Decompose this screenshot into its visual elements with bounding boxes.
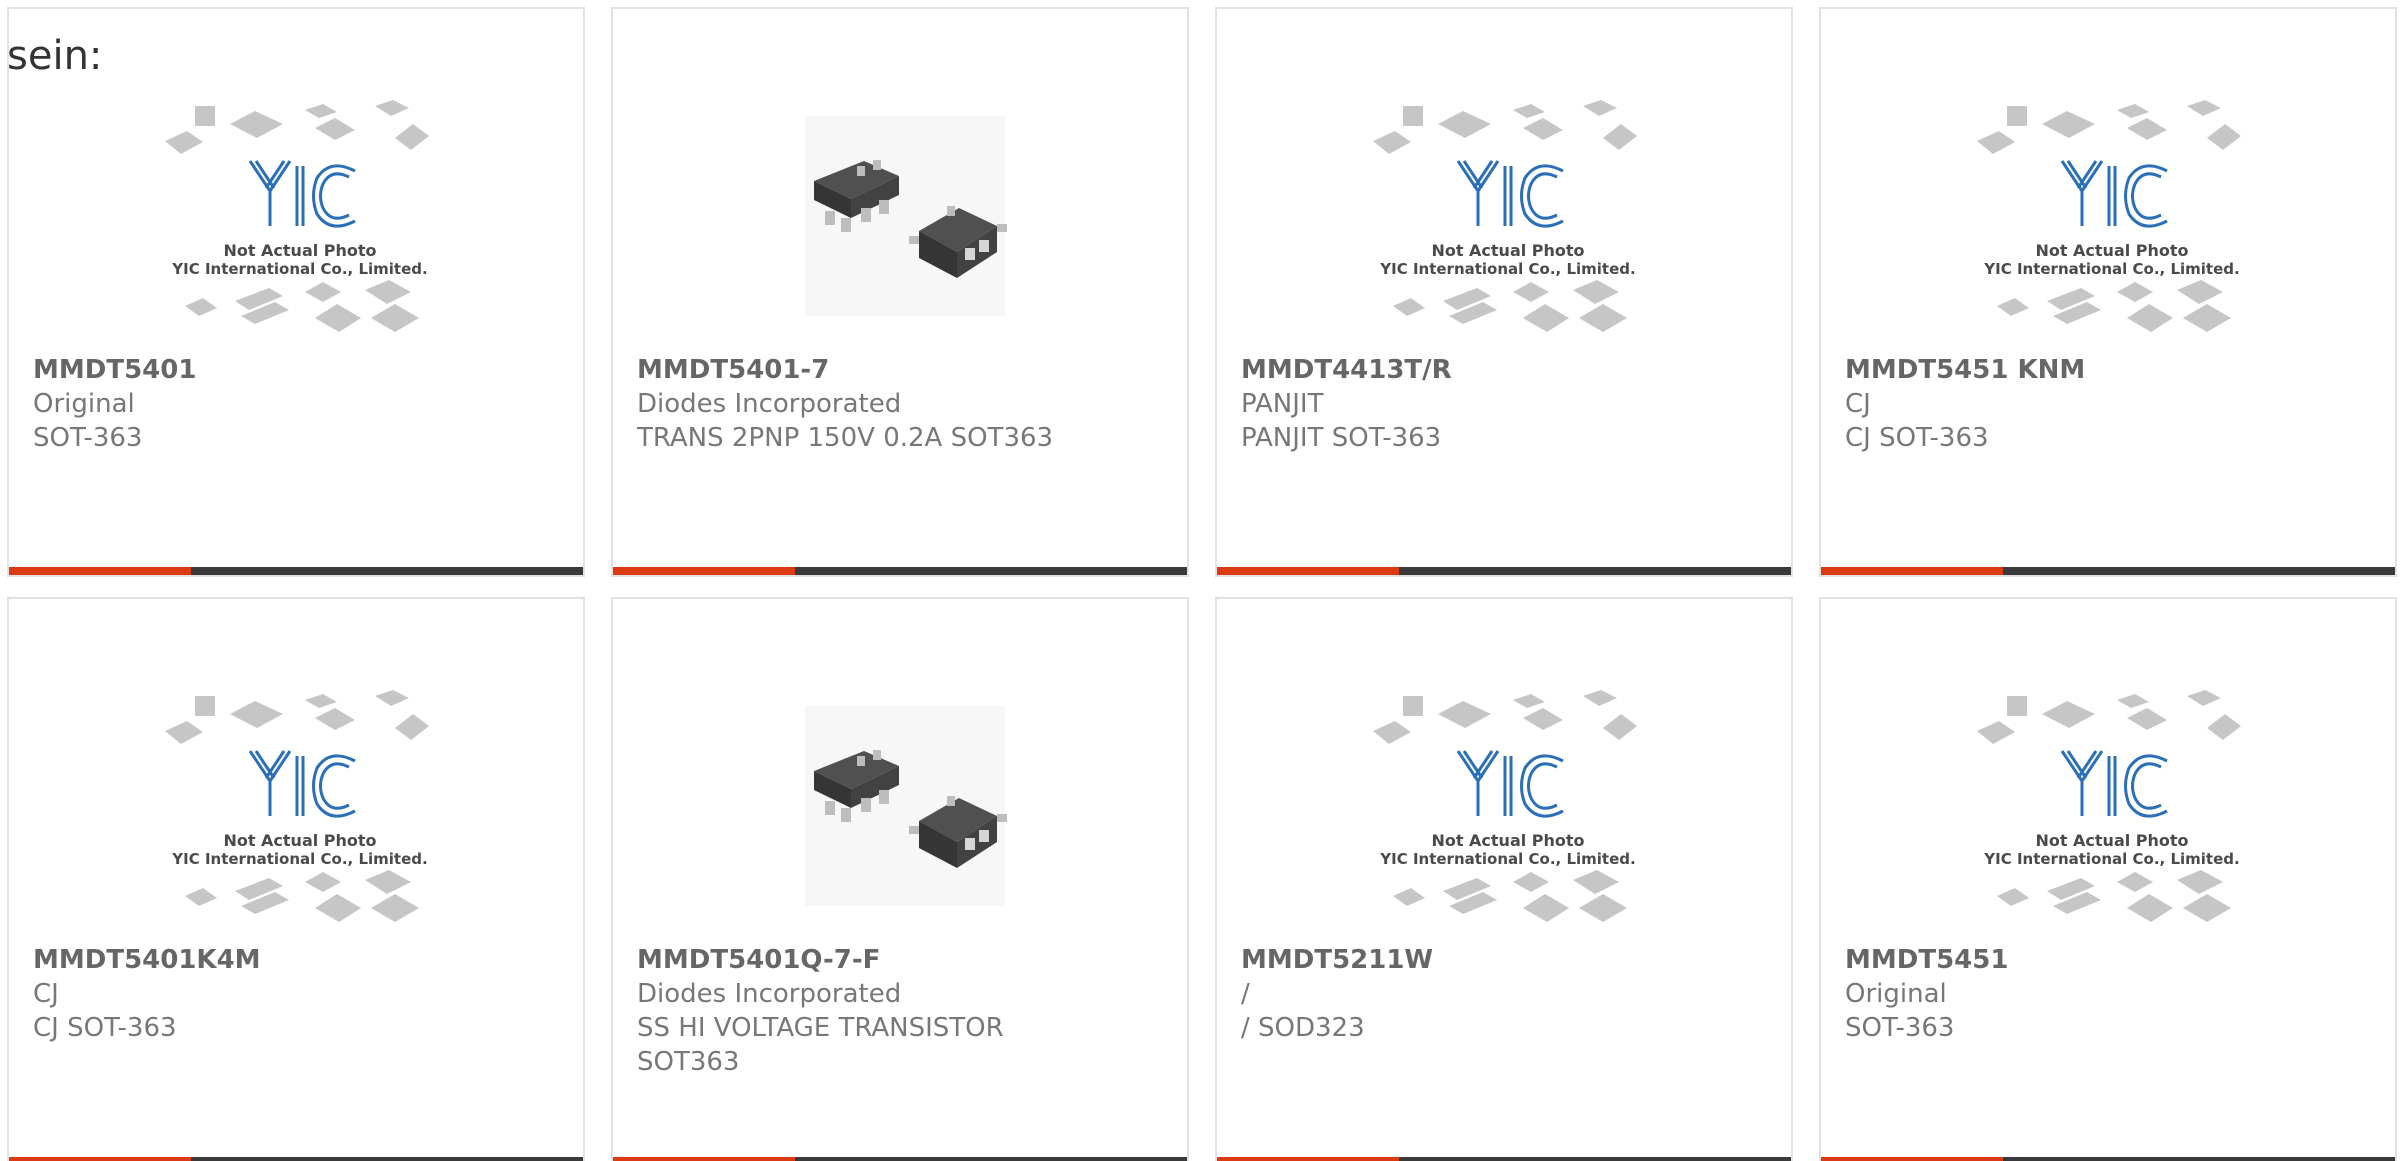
product-card[interactable]: Not Actual Photo YIC International Co., … [1819,7,2397,577]
product-card[interactable]: Not Actual Photo YIC International Co., … [1819,597,2397,1161]
description: / SOD323 [1241,1013,1365,1043]
svg-text:Not Actual Photo: Not Actual Photo [1431,241,1584,260]
svg-text:Not Actual Photo: Not Actual Photo [223,831,376,850]
svg-text:YIC International Co., Limited: YIC International Co., Limited. [1983,260,2239,278]
product-card[interactable]: Not Actual Photo YIC International Co., … [1215,597,1793,1161]
svg-text:YIC International Co., Limited: YIC International Co., Limited. [171,850,427,868]
part-number[interactable]: MMDT5211W [1241,943,1771,977]
manufacturer: Diodes Incorporated [637,389,902,419]
part-number[interactable]: MMDT4413T/R [1241,353,1771,387]
svg-text:YIC International Co., Limited: YIC International Co., Limited. [1983,850,2239,868]
placeholder-image-icon: Not Actual Photo YIC International Co., … [1373,690,1637,922]
product-image[interactable]: Not Actual Photo YIC International Co., … [1977,96,2247,346]
card-footer-bar [613,567,1187,575]
product-image[interactable]: Not Actual Photo YIC International Co., … [165,96,435,346]
product-card[interactable]: MMDT5401Q-7-F Diodes Incorporated SS HI … [611,597,1189,1161]
card-footer-bar [9,1157,583,1161]
product-image[interactable] [769,96,1039,346]
part-number[interactable]: MMDT5401 [33,353,563,387]
product-image[interactable]: Not Actual Photo YIC International Co., … [1373,96,1643,346]
manufacturer: CJ [1845,389,1871,419]
product-card[interactable]: Not Actual Photo YIC International Co., … [1215,7,1793,577]
placeholder-image-icon: Not Actual Photo YIC International Co., … [1977,690,2241,922]
product-image[interactable]: Not Actual Photo YIC International Co., … [165,686,435,936]
product-card[interactable]: Not Actual Photo YIC International Co., … [7,7,585,577]
description: CJ SOT-363 [1845,423,1989,453]
product-grid: Not Actual Photo YIC International Co., … [7,7,2400,1161]
svg-text:Not Actual Photo: Not Actual Photo [2035,241,2188,260]
svg-text:YIC International Co., Limited: YIC International Co., Limited. [171,260,427,278]
card-footer-bar [1217,1157,1791,1161]
manufacturer: / [1241,979,1250,1009]
card-footer-bar [9,567,583,575]
product-image[interactable]: Not Actual Photo YIC International Co., … [1373,686,1643,936]
svg-text:YIC International Co., Limited: YIC International Co., Limited. [1379,850,1635,868]
part-number[interactable]: MMDT5401Q-7-F [637,943,1167,977]
manufacturer: Original [33,389,135,419]
placeholder-image-icon: Not Actual Photo YIC International Co., … [1373,100,1637,332]
part-number[interactable]: MMDT5401-7 [637,353,1167,387]
placeholder-image-icon: Not Actual Photo YIC International Co., … [165,690,429,922]
sot363-package-photo-icon [805,116,1007,316]
card-footer-bar [1217,567,1791,575]
product-image[interactable] [769,686,1039,936]
svg-text:Not Actual Photo: Not Actual Photo [2035,831,2188,850]
description: CJ SOT-363 [33,1013,177,1043]
placeholder-image-icon: Not Actual Photo YIC International Co., … [165,100,429,332]
description: TRANS 2PNP 150V 0.2A SOT363 [637,423,1054,453]
description: SS HI VOLTAGE TRANSISTOR SOT363 [637,1013,1004,1077]
card-footer-bar [1821,1157,2395,1161]
card-footer-bar [1821,567,2395,575]
manufacturer: CJ [33,979,59,1009]
lead-text: sein: [7,33,103,79]
svg-text:Not Actual Photo: Not Actual Photo [223,241,376,260]
card-footer-bar [613,1157,1187,1161]
sot363-package-photo-icon [805,706,1007,906]
product-card[interactable]: Not Actual Photo YIC International Co., … [7,597,585,1161]
svg-text:YIC International Co., Limited: YIC International Co., Limited. [1379,260,1635,278]
part-number[interactable]: MMDT5451 [1845,943,2375,977]
svg-text:Not Actual Photo: Not Actual Photo [1431,831,1584,850]
manufacturer: Diodes Incorporated [637,979,902,1009]
description: SOT-363 [33,423,143,453]
part-number[interactable]: MMDT5401K4M [33,943,563,977]
description: PANJIT SOT-363 [1241,423,1442,453]
product-image[interactable]: Not Actual Photo YIC International Co., … [1977,686,2247,936]
manufacturer: Original [1845,979,1947,1009]
placeholder-image-icon: Not Actual Photo YIC International Co., … [1977,100,2241,332]
product-card[interactable]: MMDT5401-7 Diodes Incorporated TRANS 2PN… [611,7,1189,577]
part-number[interactable]: MMDT5451 KNM [1845,353,2375,387]
manufacturer: PANJIT [1241,389,1324,419]
description: SOT-363 [1845,1013,1955,1043]
